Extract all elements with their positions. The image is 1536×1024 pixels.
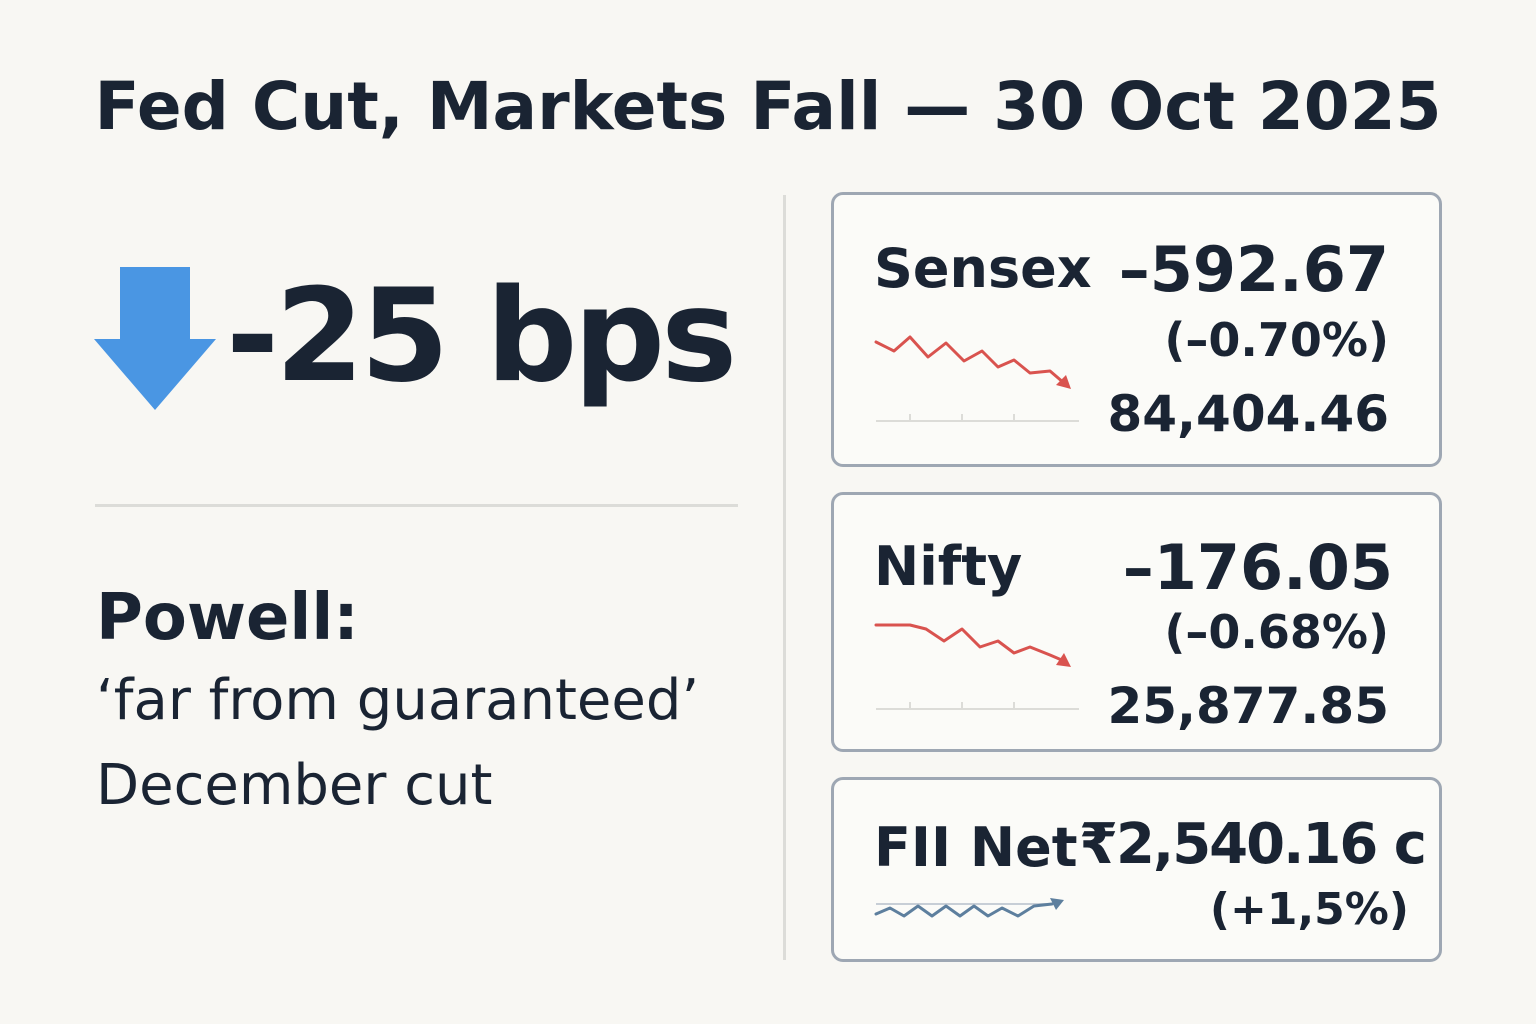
nifty-label: Nifty [874, 535, 1023, 598]
nifty-card: Nifty –176.05 (–0.68%) 25,877.85 [831, 492, 1442, 752]
fii-net-card: FII Net ₹2,540.16 c (+1,5%) [831, 777, 1442, 962]
nifty-level: 25,877.85 [1107, 677, 1389, 735]
infographic: Fed Cut, Markets Fall — 30 Oct 2025 -25 … [0, 0, 1536, 1024]
fii-net-label: FII Net [874, 816, 1078, 879]
sensex-change: –592.67 [1118, 233, 1389, 306]
fii-trend-up-icon [874, 898, 1064, 918]
fii-net-percent: (+1,5%) [1209, 884, 1409, 935]
down-arrow-icon [94, 267, 216, 410]
rate-cut-block: -25 bps [92, 262, 737, 412]
vertical-divider [783, 195, 786, 960]
quote-line-1: ‘far from guaranteed’ [96, 668, 700, 733]
nifty-trend-down-icon [874, 623, 1079, 710]
sensex-percent: (–0.70%) [1164, 313, 1389, 367]
nifty-percent: (–0.68%) [1164, 605, 1389, 659]
sensex-label: Sensex [874, 237, 1092, 300]
powell-quote: Powell: ‘far from guaranteed’ December c… [96, 578, 699, 828]
page-title: Fed Cut, Markets Fall — 30 Oct 2025 [94, 68, 1442, 145]
sensex-trend-down-icon [874, 335, 1079, 422]
nifty-change: –176.05 [1122, 531, 1393, 604]
horizontal-divider [95, 504, 738, 507]
fii-net-value: ₹2,540.16 c [1079, 812, 1427, 877]
sensex-card: Sensex –592.67 (–0.70%) 84,404.46 [831, 192, 1442, 467]
rate-cut-value: -25 bps [226, 262, 737, 411]
quote-speaker: Powell: [96, 581, 359, 655]
quote-line-2: December cut [96, 753, 493, 818]
sensex-level: 84,404.46 [1107, 385, 1389, 443]
